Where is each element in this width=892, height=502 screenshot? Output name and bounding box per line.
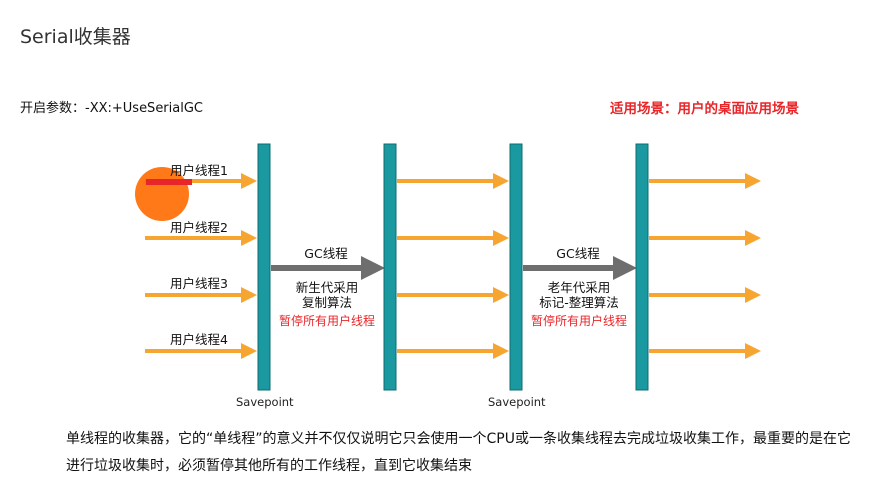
gc-desc-old-line1: 老年代采用 (547, 280, 611, 295)
gc-stop-young: 暂停所有用户线程 (278, 314, 375, 328)
gc-desc-young: 新生代采用 复制算法 (262, 280, 392, 310)
safepoint-bar (383, 143, 397, 391)
gc-desc-young-line2: 复制算法 (301, 295, 352, 310)
gc-desc-young-line1: 新生代采用 (295, 280, 359, 295)
savepoint-label-1: Savepoint (236, 395, 294, 409)
gc-thread-label-old: GC线程 (556, 246, 600, 261)
safepoint-bar (257, 143, 271, 391)
cursor-highlight-bar (146, 179, 192, 185)
gc-thread-label-young: GC线程 (304, 246, 348, 261)
gc-desc-old-line2: 标记-整理算法 (539, 295, 619, 310)
gc-desc-old: 老年代采用 标记-整理算法 (514, 280, 644, 310)
savepoint-label-2: Savepoint (488, 395, 546, 409)
gc-stop-old: 暂停所有用户线程 (530, 314, 627, 328)
thread-label-4: 用户线程4 (170, 332, 228, 347)
summary-text: 单线程的收集器，它的“单线程”的意义并不仅仅说明它只会使用一个CPU或一条收集线… (66, 431, 851, 474)
safepoint-bar (509, 143, 523, 391)
thread-label-1: 用户线程1 (170, 163, 228, 178)
thread-label-2: 用户线程2 (170, 220, 228, 235)
thread-label-3: 用户线程3 (170, 276, 228, 291)
safepoint-bar (635, 143, 649, 391)
